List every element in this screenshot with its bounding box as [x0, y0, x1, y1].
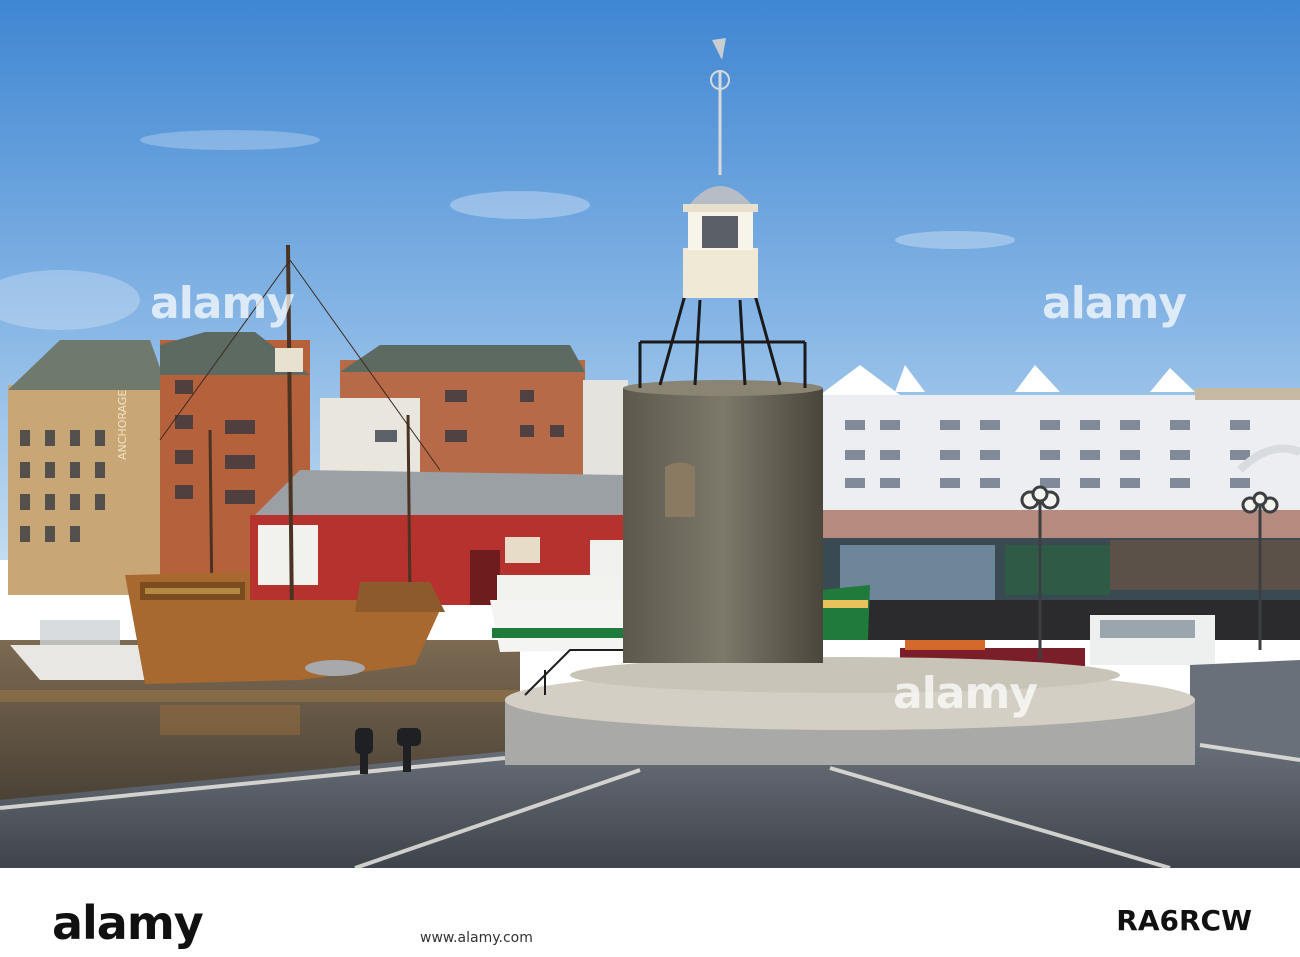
image-id: RA6RCW [1116, 904, 1252, 937]
watermark-2: alamy [1042, 278, 1187, 329]
watermark-1: alamy [150, 278, 295, 329]
tower-plinth [505, 657, 1195, 765]
footer-url: www.alamy.com [420, 930, 533, 946]
alamy-logo: alamy [52, 896, 204, 950]
watermark-3: alamy [893, 668, 1038, 719]
building-sign: ANCHORAGE [116, 390, 129, 460]
harbour-photo: ANCHORAGE [0, 0, 1300, 868]
photo: ANCHORAGE alamy alamy alamy [0, 0, 1300, 957]
